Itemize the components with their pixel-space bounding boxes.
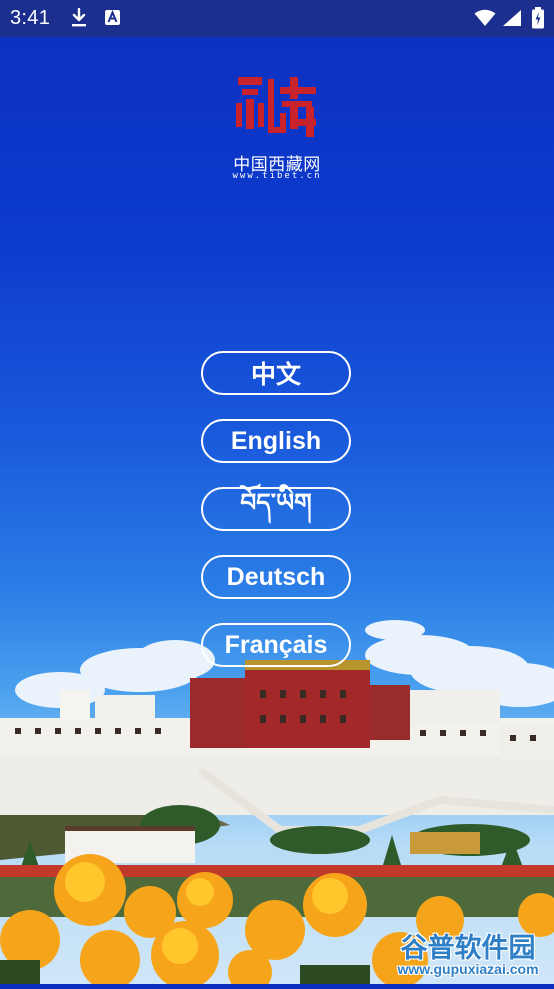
language-button-tibetan[interactable]: བོད་ཡིག	[201, 487, 351, 531]
status-time: 3:41	[10, 7, 51, 29]
watermark-url: www.gupuxiazai.com	[397, 961, 539, 977]
language-button-english[interactable]: English	[201, 419, 351, 463]
status-bar: 3:41	[0, 0, 554, 37]
language-button-german[interactable]: Deutsch	[201, 555, 351, 599]
watermark-title: 谷普软件园	[400, 933, 536, 964]
watermark: 谷普软件园 www.gupuxiazai.com	[384, 926, 552, 982]
tibet-logo: 中国西藏网 www.tibet.cn	[226, 75, 328, 185]
logo-url: www.tibet.cn	[232, 171, 322, 181]
tibet-logo-icon	[236, 77, 316, 137]
a-icon	[105, 9, 120, 25]
signal-icon	[503, 10, 521, 26]
wifi-icon	[474, 9, 496, 26]
language-button-french[interactable]: Français	[201, 623, 351, 667]
language-button-chinese[interactable]: 中文	[201, 351, 351, 395]
download-icon	[72, 8, 86, 27]
battery-icon	[532, 7, 544, 29]
